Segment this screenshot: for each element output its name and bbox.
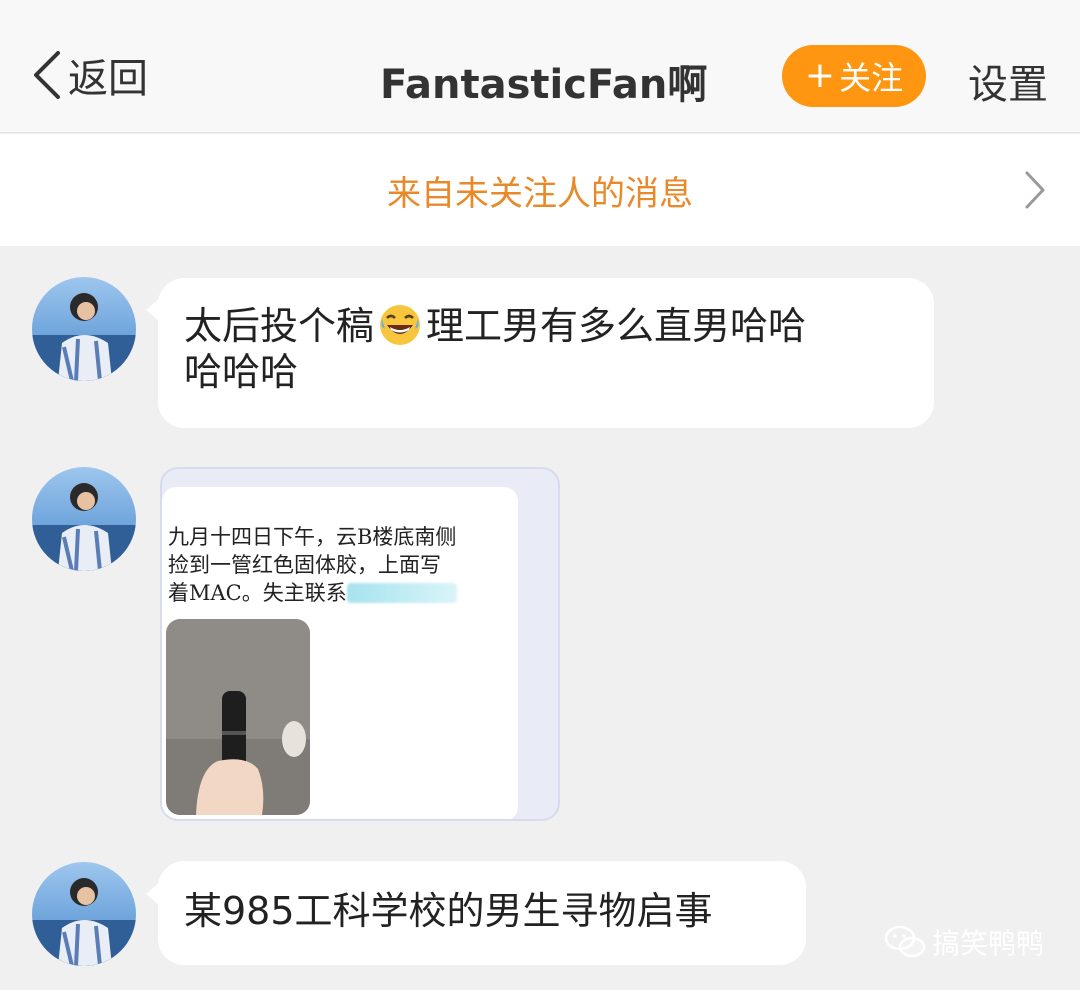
message-text-line1: 太后投个稿 — [184, 304, 375, 348]
screenshot-card: 九月十四日下午，云B楼底南侧 捡到一管红色固体胶，上面写 着MAC。失主联系 — [162, 487, 518, 819]
message-text-line2: 哈哈哈 — [184, 350, 299, 394]
chevron-left-icon — [34, 51, 60, 99]
top-nav-bar: 返回 FantasticFan啊 + 关注 设置 — [0, 0, 1080, 133]
follow-label: 关注 — [839, 59, 904, 97]
conversation-title: FantasticFan啊 — [380, 62, 708, 108]
blurred-phone-number — [346, 583, 457, 603]
stranger-message-notice[interactable]: 来自未关注人的消息 — [0, 134, 1080, 246]
notice-text: 来自未关注人的消息 — [387, 174, 693, 214]
message-text-line1-tail: 理工男有多么直男哈哈 — [426, 304, 807, 348]
back-label: 返回 — [68, 56, 148, 102]
lost-item-notice-text: 九月十四日下午，云B楼底南侧 捡到一管红色固体胶，上面写 着MAC。失主联系 — [168, 525, 457, 605]
message-text: 某985工科学校的男生寻物启事 — [184, 889, 713, 933]
lipstick-photo — [166, 619, 310, 815]
message-bubble[interactable]: 太后投个稿 理工男有多么直男哈哈 哈哈哈 — [158, 278, 934, 428]
avatar[interactable] — [32, 862, 136, 966]
wechat-watermark: 搞笑鸭鸭 — [884, 922, 1044, 962]
avatar[interactable] — [32, 277, 136, 381]
watermark-text: 搞笑鸭鸭 — [931, 927, 1044, 960]
plus-icon: + — [804, 55, 836, 96]
image-message[interactable]: 九月十四日下午，云B楼底南侧 捡到一管红色固体胶，上面写 着MAC。失主联系 — [160, 467, 560, 821]
back-button[interactable]: 返回 — [30, 45, 148, 105]
follow-button[interactable]: + 关注 — [782, 45, 926, 107]
laughing-tears-emoji-icon — [380, 305, 421, 345]
avatar[interactable] — [32, 467, 136, 571]
settings-button[interactable]: 设置 — [968, 52, 1048, 110]
chevron-right-icon — [1025, 171, 1045, 209]
message-bubble[interactable]: 某985工科学校的男生寻物启事 — [158, 861, 806, 965]
wechat-icon — [884, 925, 926, 958]
